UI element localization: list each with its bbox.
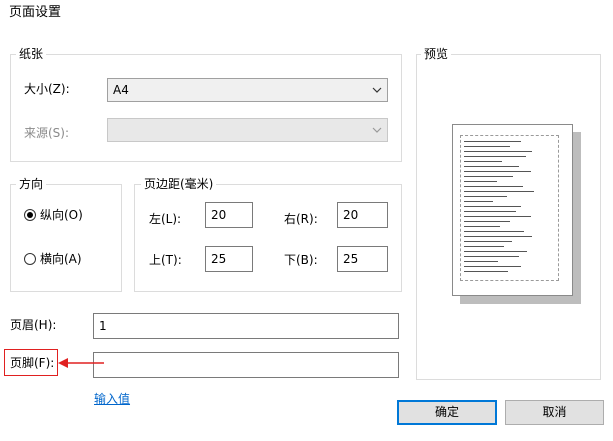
preview-text-line	[464, 186, 523, 187]
window-title: 页面设置	[9, 5, 62, 20]
header-label: 页眉(H):	[10, 318, 57, 332]
portrait-radio[interactable]	[24, 209, 36, 221]
preview-text-line	[464, 151, 532, 152]
preview-text-line	[464, 231, 524, 232]
input-values-link[interactable]: 输入值	[94, 390, 130, 407]
bottom-margin-value: 25	[343, 252, 359, 266]
preview-text-line	[464, 266, 521, 267]
landscape-radio[interactable]	[24, 253, 36, 265]
preview-text-line	[464, 196, 507, 197]
preview-text-lines	[464, 141, 544, 277]
chevron-down-icon	[372, 127, 382, 133]
preview-text-line	[464, 181, 497, 182]
preview-text-line	[464, 226, 500, 227]
chevron-down-icon	[372, 87, 382, 93]
source-label: 来源(S):	[24, 126, 70, 140]
annotation-arrow-icon	[58, 358, 104, 368]
right-margin-input[interactable]: 20	[337, 202, 388, 228]
preview-legend: 预览	[421, 47, 452, 61]
preview-text-line	[464, 191, 534, 192]
source-select[interactable]	[107, 118, 388, 142]
left-margin-label: 左(L):	[149, 212, 182, 226]
footer-input[interactable]	[93, 352, 399, 378]
preview-text-line	[464, 261, 498, 262]
bottom-margin-label: 下(B):	[284, 253, 318, 267]
size-select-value: A4	[113, 83, 129, 97]
preview-text-line	[464, 216, 531, 217]
radio-selected-dot	[27, 212, 33, 218]
orientation-group	[10, 184, 122, 292]
top-margin-value: 25	[211, 252, 227, 266]
right-margin-label: 右(R):	[284, 212, 318, 226]
left-margin-input[interactable]: 20	[205, 202, 253, 228]
preview-text-line	[464, 246, 504, 247]
header-value: 1	[99, 319, 107, 333]
preview-text-line	[464, 236, 532, 237]
preview-text-line	[464, 176, 513, 177]
ok-button[interactable]: 确定	[397, 400, 497, 425]
preview-text-line	[464, 256, 519, 257]
orientation-legend: 方向	[16, 177, 47, 191]
preview-text-line	[464, 171, 531, 172]
preview-text-line	[464, 166, 519, 167]
preview-text-line	[464, 161, 502, 162]
bottom-margin-input[interactable]: 25	[337, 246, 388, 272]
cancel-button[interactable]: 取消	[505, 400, 604, 425]
paper-legend: 纸张	[16, 47, 47, 61]
preview-text-line	[464, 241, 512, 242]
preview-text-line	[464, 221, 510, 222]
preview-text-line	[464, 251, 527, 252]
preview-text-line	[464, 146, 510, 147]
preview-text-line	[464, 156, 526, 157]
portrait-label[interactable]: 纵向(O)	[40, 207, 83, 223]
footer-label: 页脚(F):	[10, 356, 55, 370]
landscape-label[interactable]: 横向(A)	[40, 251, 82, 267]
margins-group	[134, 184, 402, 292]
size-select[interactable]: A4	[107, 78, 388, 102]
preview-text-line	[464, 141, 521, 142]
preview-text-line	[464, 211, 516, 212]
left-margin-value: 20	[211, 208, 227, 222]
preview-text-line	[464, 271, 508, 272]
top-margin-input[interactable]: 25	[205, 246, 253, 272]
header-input[interactable]: 1	[93, 313, 399, 339]
right-margin-value: 20	[343, 208, 359, 222]
paper-group	[10, 54, 402, 162]
preview-text-line	[464, 206, 521, 207]
top-margin-label: 上(T):	[149, 253, 182, 267]
size-label: 大小(Z):	[24, 82, 70, 96]
margins-legend: 页边距(毫米)	[141, 177, 217, 191]
preview-text-line	[464, 201, 493, 202]
